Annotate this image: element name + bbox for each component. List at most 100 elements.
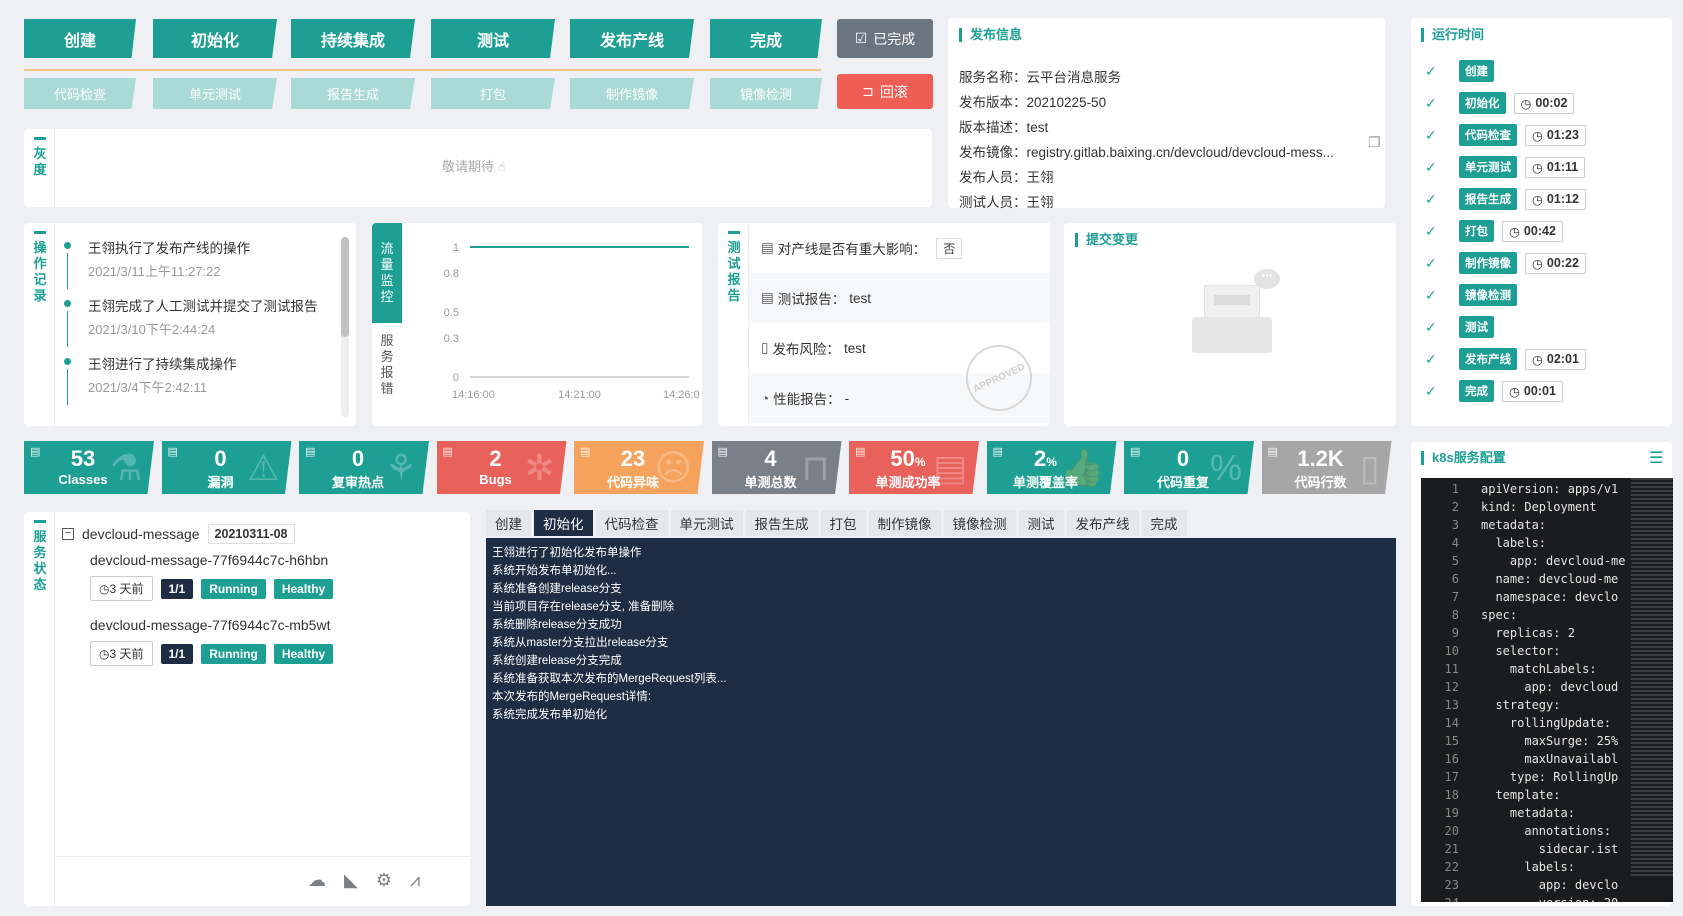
runtime-row: ✓ 制作镜像 ◷ 00:22: [1425, 252, 1586, 274]
info-label: 服务名称：: [959, 70, 1027, 85]
divider: [54, 856, 470, 857]
log-tab-6[interactable]: 打包: [820, 510, 866, 536]
metric-label: 复审热点: [331, 475, 384, 490]
collapse-icon[interactable]: −: [62, 528, 74, 540]
timeline-line: [67, 253, 68, 289]
completed-button[interactable]: ☑ 已完成: [837, 19, 933, 58]
code-line: apiVersion: apps/v1: [1481, 482, 1619, 496]
stage-6[interactable]: 完成: [710, 19, 822, 58]
line-number: 6: [1451, 572, 1459, 586]
test-report-tab[interactable]: 测试报告: [723, 231, 745, 304]
rollback-button[interactable]: ⊐ 回滚: [837, 74, 933, 109]
substage-1[interactable]: 代码检查: [24, 78, 136, 109]
service-status-tab[interactable]: 服务状态: [29, 520, 51, 593]
log-tab-9[interactable]: 测试: [1018, 510, 1064, 536]
runtime-row: ✓ 完成 ◷ 00:01: [1425, 380, 1563, 402]
commits-panel: 提交变更 •••: [1064, 223, 1396, 426]
metric-card[interactable]: ▤ ⚘ 0 复审热点: [299, 441, 429, 494]
kibana-icon[interactable]: ◣: [344, 870, 358, 891]
prometheus-icon[interactable]: ⩘: [410, 870, 420, 891]
info-value: registry.gitlab.baixing.cn/devcloud/devc…: [1026, 145, 1334, 160]
check-icon: ✓: [1425, 286, 1437, 303]
log-tab-2[interactable]: 初始化: [534, 510, 593, 536]
pod-status: Running: [201, 644, 266, 664]
scrollbar-track[interactable]: [341, 237, 349, 417]
oplog-tab[interactable]: 操作记录: [29, 231, 51, 304]
metric-card[interactable]: ▤ ✲ 2 Bugs: [436, 441, 567, 494]
line-number: 18: [1444, 788, 1459, 802]
runtime-row: ✓ 代码检查 ◷ 01:23: [1425, 124, 1586, 146]
runtime-duration: ◷ 02:01: [1525, 348, 1586, 370]
x-tick-label: 14:26:00: [663, 389, 700, 401]
test-report-label: 发布风险：: [772, 342, 840, 357]
pod-item: devcloud-message-77f6944c7c-h6hbn ◷3 天前 1/…: [90, 552, 460, 601]
metric-card[interactable]: ▤ ⚠ 0 漏洞: [161, 441, 292, 494]
substage-4[interactable]: 打包: [431, 78, 555, 109]
substage-6[interactable]: 镜像检测: [710, 78, 822, 109]
gray-tab[interactable]: 灰度: [29, 137, 51, 178]
grafana-icon[interactable]: ⚙: [376, 870, 392, 891]
list-icon[interactable]: ☰: [1649, 448, 1663, 468]
stage-4[interactable]: 测试: [431, 19, 555, 58]
metric-card[interactable]: ▤ ▯ 1.2K 代码行数: [1261, 441, 1392, 494]
log-tab-8[interactable]: 镜像检测: [943, 510, 1016, 536]
pipeline-rail: [24, 69, 821, 71]
oplog-tab-label: 操作记录: [33, 240, 47, 303]
log-line: 当前项目存在release分支, 准备删除: [492, 601, 675, 613]
test-report-label: 对产线是否有重大影响：: [777, 242, 927, 257]
runtime-stage-tag: 打包: [1459, 220, 1494, 242]
metric-value: 4: [764, 446, 777, 471]
clock-icon: ◷: [99, 582, 110, 596]
pod-item: devcloud-message-77f6944c7c-mb5wt ◷3 天前 1/…: [90, 617, 460, 666]
info-value: test: [1026, 120, 1049, 135]
metric-card[interactable]: ▤ ⚗ 53 Classes: [24, 441, 154, 494]
code-line: maxUnavailabl: [1481, 752, 1619, 766]
line-number: 23: [1444, 878, 1459, 892]
log-tab-3[interactable]: 代码检查: [595, 510, 668, 536]
metric-card[interactable]: ▤ ▤ 50% 单测成功率: [849, 441, 979, 494]
code-line: type: RollingUp: [1481, 770, 1619, 784]
line-number: 14: [1444, 716, 1459, 730]
pod-ready: 1/1: [160, 579, 194, 599]
substage-2[interactable]: 单元测试: [153, 78, 277, 109]
timeline-dot: [64, 300, 71, 307]
substage-5[interactable]: 制作镜像: [570, 78, 694, 109]
log-tab-7[interactable]: 制作镜像: [868, 510, 941, 536]
tool-icons: ☁ ◣ ⚙ ⩘: [308, 870, 420, 891]
code-line: kind: Deployment: [1481, 500, 1597, 514]
scrollbar-thumb[interactable]: [341, 237, 349, 337]
pod-age: ◷3 天前: [90, 576, 153, 601]
metric-card[interactable]: ▤ 👍 2% 单测覆盖率: [986, 441, 1117, 494]
service-error-tab[interactable]: 服务报错: [372, 333, 402, 397]
check-icon: ✓: [1425, 382, 1437, 399]
minimap[interactable]: [1631, 478, 1673, 878]
info-value: 王翎: [1026, 170, 1054, 185]
log-tab-11[interactable]: 完成: [1141, 510, 1187, 536]
substage-3[interactable]: 报告生成: [291, 78, 415, 109]
stage-1[interactable]: 创建: [24, 19, 136, 58]
stage-2[interactable]: 初始化: [153, 19, 277, 58]
logs-icon[interactable]: ☁: [308, 870, 326, 891]
runtime-duration: ◷ 00:01: [1502, 380, 1563, 402]
log-tab-1[interactable]: 创建: [486, 510, 531, 536]
k8s-yaml-editor[interactable]: 1 apiVersion: apps/v1 2 kind: Deployment 3 me…: [1421, 478, 1673, 902]
publish-info-row: 测试人员：王翎: [959, 191, 1054, 211]
line-number: 24: [1421, 896, 1459, 902]
runtime-stage-tag: 完成: [1459, 380, 1494, 402]
metric-card[interactable]: ▤% 0 代码重复: [1124, 441, 1254, 494]
line-number: 2: [1451, 500, 1459, 514]
stage-3[interactable]: 持续集成: [291, 19, 415, 58]
metric-label: Classes: [58, 472, 108, 487]
copy-icon[interactable]: ❐: [1368, 134, 1381, 151]
stage-5[interactable]: 发布产线: [570, 19, 694, 58]
metric-card[interactable]: ▤ ☹ 23 代码异味: [574, 441, 704, 494]
metric-card[interactable]: ▤ ⊓ 4 单测总数: [711, 441, 842, 494]
log-tab-10[interactable]: 发布产线: [1066, 510, 1139, 536]
oplog-time: 2021/3/10下午2:44:24: [88, 322, 216, 337]
line-number: 16: [1444, 752, 1459, 766]
check-icon: ✓: [1425, 62, 1437, 79]
traffic-monitor-tab[interactable]: 流量监控: [372, 223, 402, 323]
log-tab-4[interactable]: 单元测试: [670, 510, 743, 536]
line-number: 12: [1444, 680, 1459, 694]
log-tab-5[interactable]: 报告生成: [745, 510, 818, 536]
